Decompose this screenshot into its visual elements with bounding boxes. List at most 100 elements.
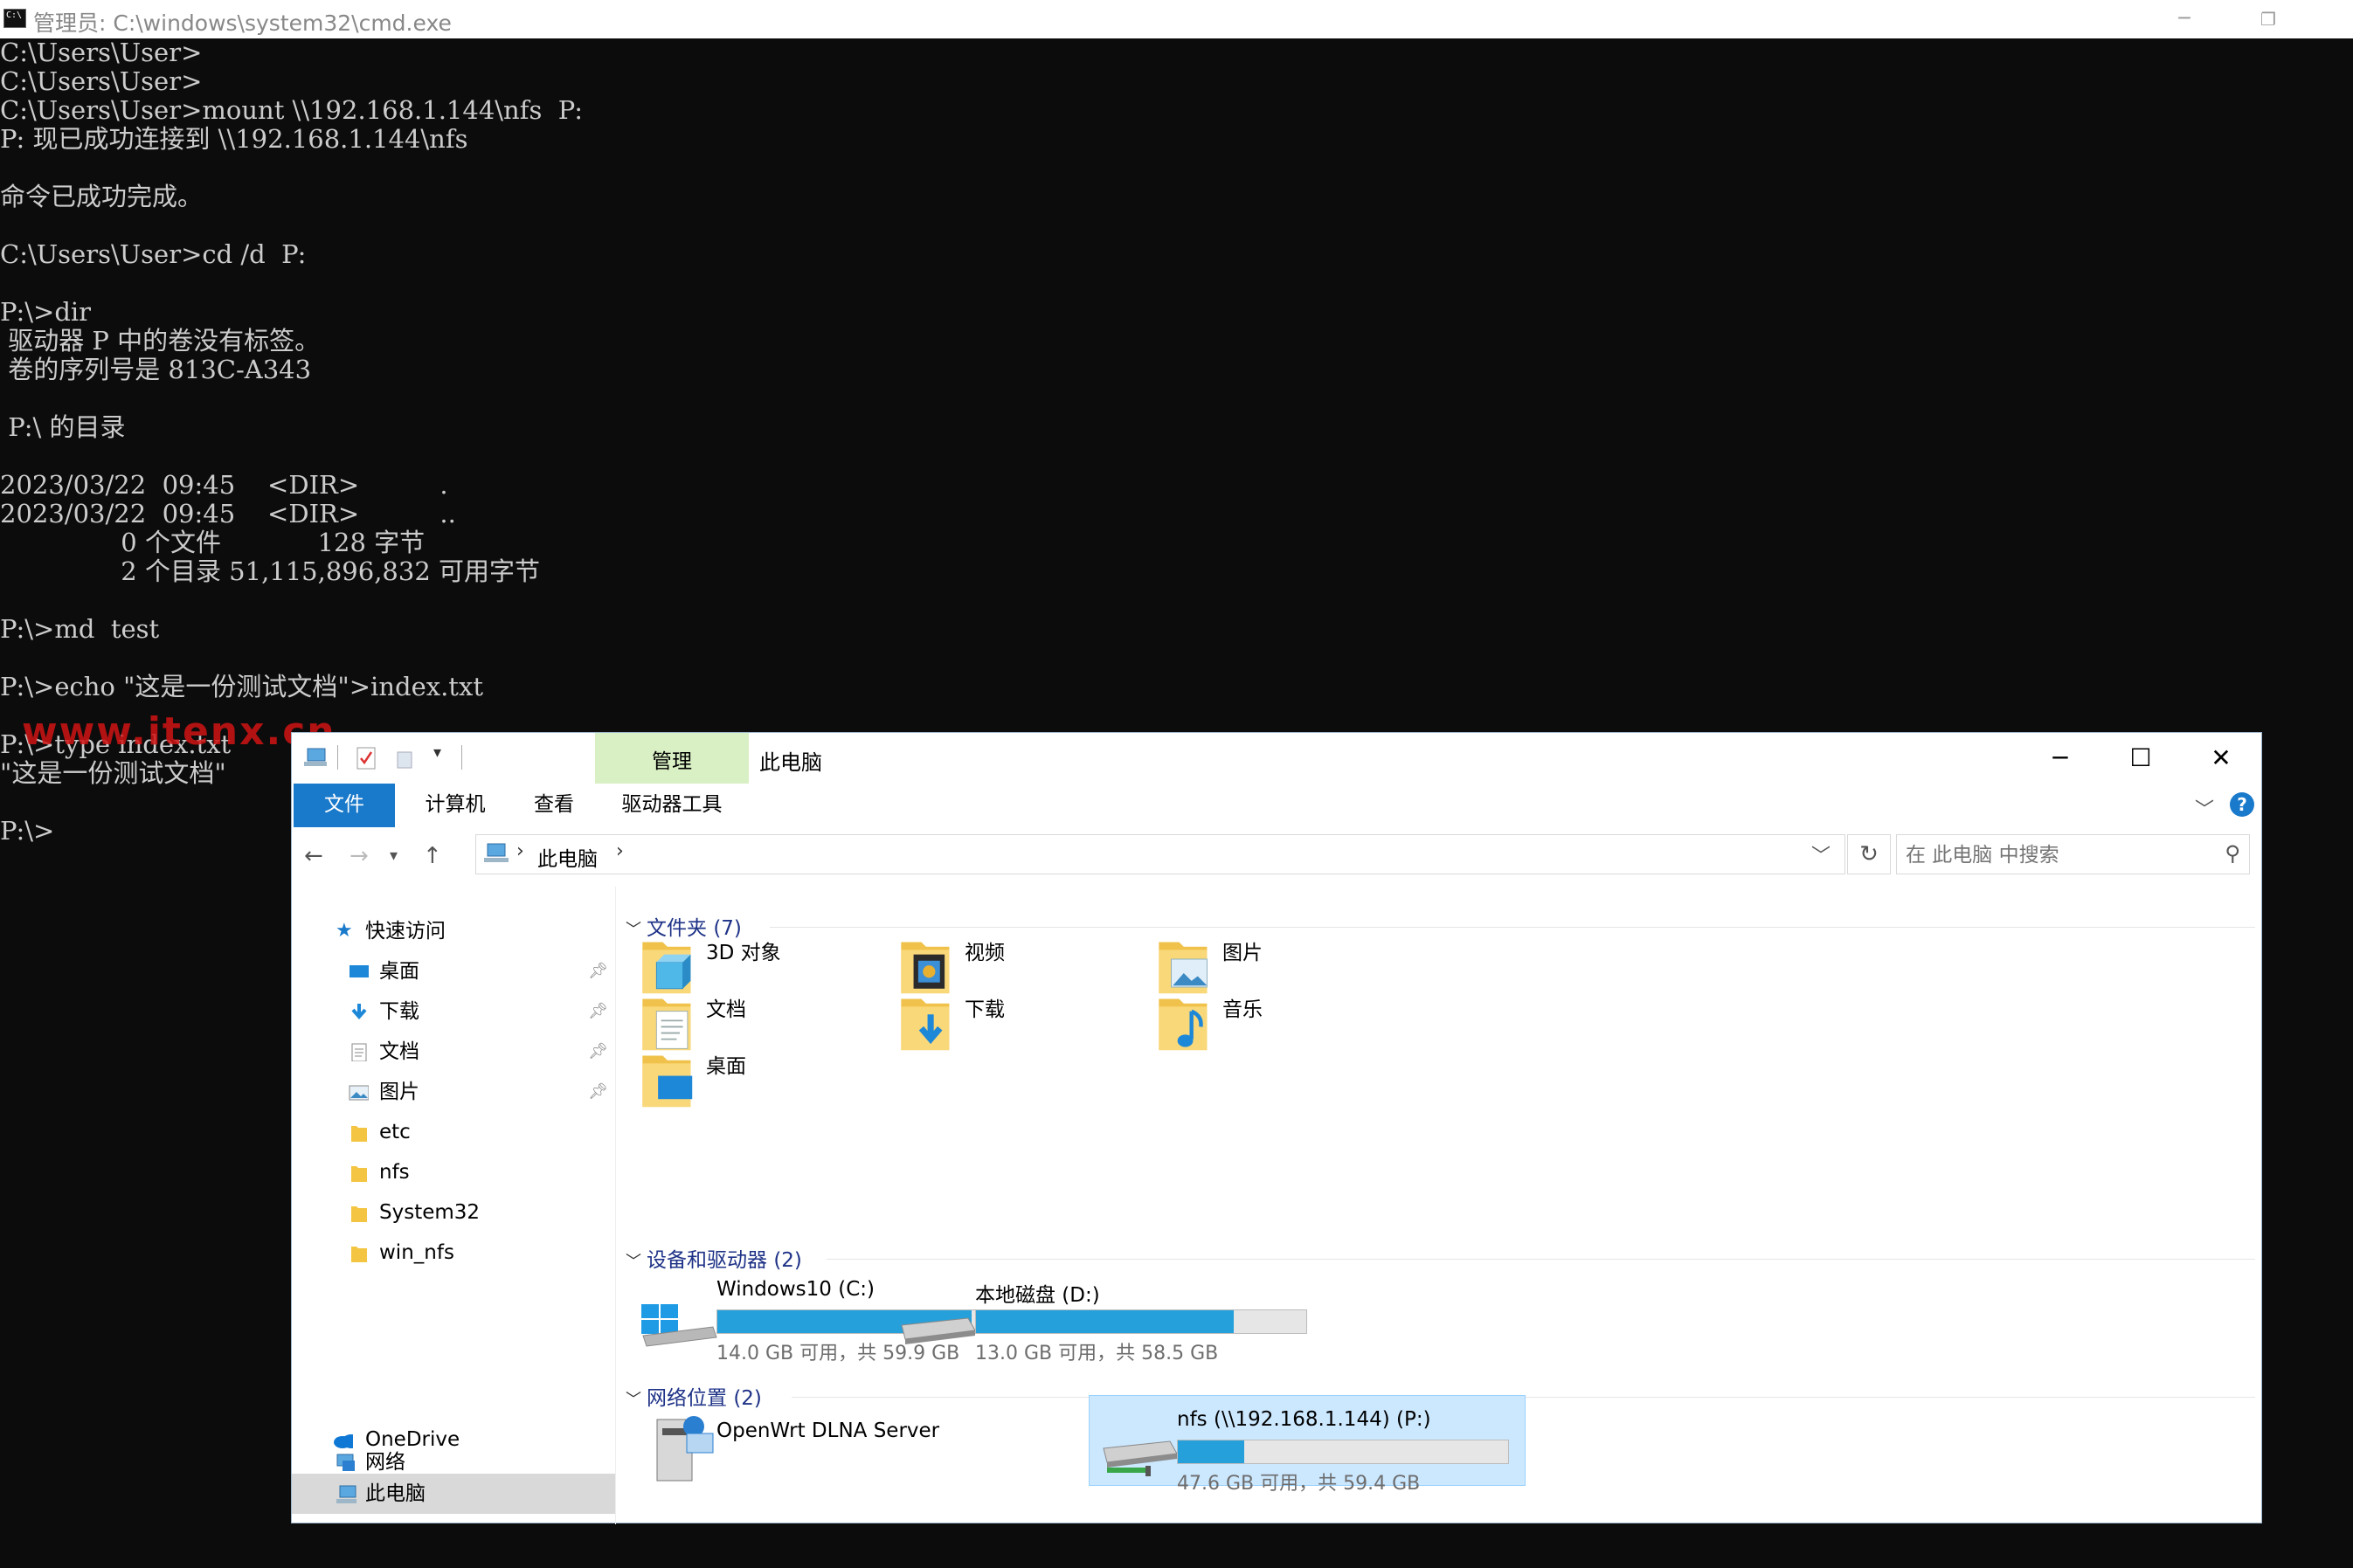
restore-button[interactable]: ❐ (2233, 0, 2303, 38)
tab-file[interactable]: 文件 (294, 784, 395, 827)
sidebar-network[interactable] (292, 1528, 615, 1568)
qat-dropdown-icon[interactable]: ▾ (433, 743, 441, 770)
drive-d[interactable]: 本地磁盘 (D:) 13.0 GB 可用，共 58.5 GB (888, 1266, 1325, 1364)
tab-drive-tools[interactable]: 驱动器工具 (595, 784, 749, 827)
search-icon[interactable]: ⚲ (2225, 841, 2240, 866)
minimize-button[interactable]: ─ (2020, 733, 2100, 784)
up-icon[interactable]: ↑ (423, 843, 442, 869)
search-box[interactable]: ⚲ (1896, 834, 2250, 874)
folder-icon (351, 1206, 367, 1222)
this-pc-small-icon (304, 748, 327, 766)
sidebar-item-图片[interactable]: 图片 📌︎ (292, 1072, 615, 1112)
sidebar-item-etc[interactable]: etc (292, 1112, 615, 1152)
desktop-icon (349, 965, 369, 977)
new-folder-icon[interactable] (395, 745, 414, 771)
tab-view[interactable]: 查看 (512, 784, 596, 827)
pictures-icon (349, 1085, 369, 1101)
star-icon: ★ (336, 920, 353, 942)
windows-drive-icon (641, 1304, 717, 1347)
drive-space-info: 13.0 GB 可用，共 58.5 GB (975, 1343, 1219, 1364)
explorer-title: 此电脑 (759, 750, 822, 775)
media-server-icon (656, 1416, 714, 1482)
explorer-titlebar[interactable]: ▾ 管理 此电脑 ─ ☐ ✕ (292, 733, 2261, 784)
back-icon[interactable]: ← (304, 843, 323, 869)
folder-tile[interactable]: 桌面 (629, 1033, 1048, 1121)
sidebar-item-label: 下载 (379, 1000, 419, 1023)
console-line: C:\Users\User> (0, 38, 203, 67)
chevron-down-icon[interactable]: ﹀ (2195, 794, 2214, 822)
pin-icon[interactable]: 📌︎ (588, 951, 608, 991)
cmd-titlebar[interactable]: 管理员: C:\windows\system32\cmd.exe ─ ❐ (0, 0, 2353, 39)
folder-label: 音乐 (1222, 998, 1263, 1021)
sidebar-item-label: etc (379, 1121, 411, 1143)
sidebar-network-item[interactable]: 网络 (292, 1442, 615, 1482)
console-line: 2 个目录 51,115,896,832 可用字节 (0, 556, 540, 586)
folder-icon (351, 1166, 367, 1182)
network-item-name: OpenWrt DLNA Server (716, 1419, 940, 1442)
drive-name: Windows10 (C:) (716, 1278, 875, 1301)
pin-icon[interactable]: 📌︎ (588, 1032, 608, 1072)
sidebar-item-label: win_nfs (379, 1241, 454, 1264)
console-line: C:\Users\User>mount \\192.168.1.144\nfs … (0, 95, 584, 125)
folder-label: 桌面 (706, 1055, 746, 1078)
console-line: P: 现已成功连接到 \\192.168.1.144\nfs (0, 124, 468, 154)
console-line: 卷的序列号是 813C-A343 (0, 355, 312, 384)
address-dropdown-icon[interactable]: ﹀ (1811, 840, 1830, 868)
console-line: 命令已成功完成。 (0, 182, 204, 211)
sidebar-quick-access[interactable]: ★ 快速访问 (292, 911, 615, 951)
console-line: "这是一份测试文档" (0, 758, 226, 788)
breadcrumb-separator-icon[interactable]: › (616, 840, 624, 862)
address-bar[interactable]: › 此电脑 › ﹀ (475, 834, 1845, 874)
cmd-app-icon[interactable] (3, 9, 26, 28)
close-button[interactable]: ✕ (2181, 733, 2261, 784)
console-line: P:\> (0, 816, 55, 846)
folder-icon (351, 1126, 367, 1142)
minimize-button[interactable]: ─ (2149, 0, 2219, 38)
document-icon (351, 1043, 367, 1061)
maximize-button[interactable]: ☐ (2100, 733, 2181, 784)
folder-tile[interactable]: 音乐 (1145, 977, 1565, 1064)
console-line: P:\>dir (0, 297, 92, 327)
help-icon[interactable]: ? (2230, 792, 2254, 817)
drive-usage-bar (1177, 1440, 1509, 1464)
network-drive-p[interactable]: nfs (\\192.168.1.144) (P:) 47.6 GB 可用，共 … (1089, 1395, 1526, 1495)
sidebar-item-system32[interactable]: System32 (292, 1192, 615, 1233)
navigation-bar: ← → ▾ ↑ › 此电脑 › ﹀ ↻ ⚲ (292, 827, 2261, 887)
search-input[interactable] (1904, 840, 2196, 870)
breadcrumb-separator-icon[interactable]: › (516, 840, 524, 862)
ribbon-tabs: 文件 计算机 查看 驱动器工具 ﹀ ? (292, 784, 2261, 828)
pin-icon[interactable]: 📌︎ (588, 1072, 608, 1112)
network-item-openwrt[interactable]: OpenWrt DLNA Server (629, 1404, 1066, 1495)
drive-space-info: 47.6 GB 可用，共 59.4 GB (1177, 1473, 1421, 1495)
console-line: 2023/03/22 09:45 <DIR> . (0, 470, 448, 500)
tab-manage-context[interactable]: 管理 (595, 733, 749, 784)
folder-label: 视频 (965, 942, 1005, 964)
sidebar-item-nfs[interactable]: nfs (292, 1152, 615, 1192)
drive-name: nfs (\\192.168.1.144) (P:) (1177, 1408, 1431, 1431)
console-line: 0 个文件 128 字节 (0, 528, 426, 557)
drive-usage-fill (976, 1310, 1234, 1333)
console-line: P:\ 的目录 (0, 412, 126, 442)
network-icon (336, 1454, 355, 1471)
refresh-button[interactable]: ↻ (1847, 834, 1891, 874)
sidebar-item-桌面[interactable]: 桌面 📌︎ (292, 951, 615, 991)
watermark: www.itenx.cn (22, 709, 336, 754)
sidebar-item-文档[interactable]: 文档 📌︎ (292, 1032, 615, 1072)
recent-locations-icon[interactable]: ▾ (390, 846, 398, 865)
folder-icon (642, 1055, 693, 1108)
breadcrumb[interactable]: 此电脑 (537, 842, 598, 872)
forward-icon[interactable]: → (349, 843, 369, 869)
drive-usage-bar (975, 1309, 1307, 1334)
properties-icon[interactable] (355, 745, 377, 771)
sidebar-item-win_nfs[interactable]: win_nfs (292, 1233, 615, 1273)
network-drive-icon (1103, 1440, 1178, 1476)
navigation-pane: ★ 快速访问 桌面 📌︎ 下载 📌︎ 文档 📌︎ 图片 📌︎ etc nfs System32 win… (292, 887, 616, 1524)
folder-label: 图片 (1222, 942, 1263, 964)
this-pc-icon (484, 843, 509, 862)
pin-icon[interactable]: 📌︎ (588, 991, 608, 1032)
sidebar-item-label: 图片 (379, 1081, 419, 1103)
sidebar-item-label: System32 (379, 1201, 481, 1224)
this-pc-icon (336, 1485, 356, 1503)
tab-computer[interactable]: 计算机 (404, 784, 507, 827)
sidebar-item-下载[interactable]: 下载 📌︎ (292, 991, 615, 1032)
